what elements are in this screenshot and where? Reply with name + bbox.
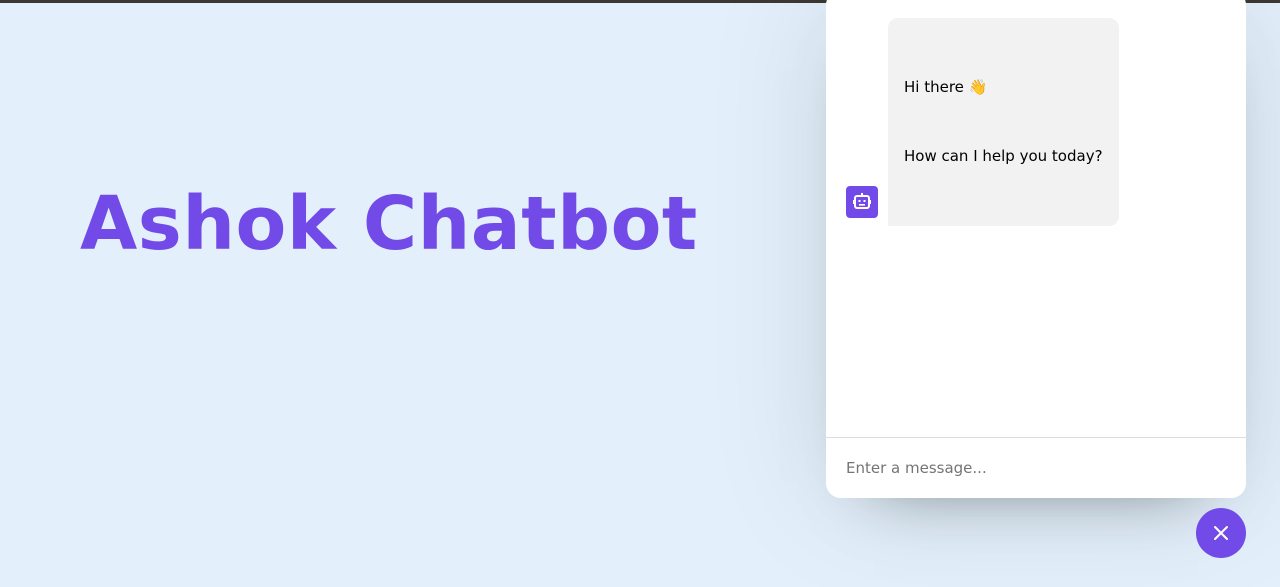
message-line: How can I help you today? bbox=[904, 147, 1103, 165]
chat-messages: Hi there 👋 How can I help you today? bbox=[826, 0, 1246, 438]
page-title: Ashok Chatbot bbox=[80, 181, 698, 267]
chatbot-panel: Hi there 👋 How can I help you today? bbox=[826, 0, 1246, 498]
chat-input-bar bbox=[826, 437, 1246, 498]
robot-icon bbox=[846, 186, 878, 218]
close-icon bbox=[1214, 526, 1228, 540]
chatbot-toggler-button[interactable] bbox=[1196, 508, 1246, 558]
message-input[interactable] bbox=[846, 459, 1226, 477]
incoming-message: Hi there 👋 How can I help you today? bbox=[846, 18, 1226, 226]
message-bubble: Hi there 👋 How can I help you today? bbox=[888, 18, 1119, 226]
robot-icon-glyph bbox=[853, 193, 871, 209]
message-line: Hi there 👋 bbox=[904, 78, 988, 96]
